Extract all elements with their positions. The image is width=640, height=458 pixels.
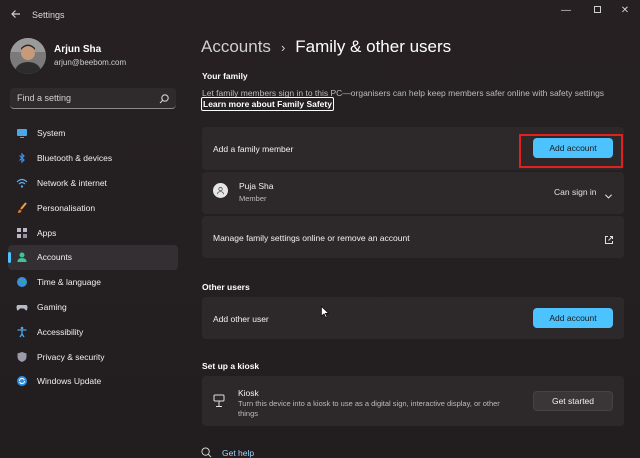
get-help-link[interactable]: Get help: [201, 447, 254, 458]
sidebar-item-privacy[interactable]: Privacy & security: [8, 344, 178, 369]
sidebar-item-label: Accessibility: [37, 326, 84, 337]
profile-name: Arjun Sha: [54, 44, 102, 55]
sidebar-item-gaming[interactable]: Gaming: [8, 295, 178, 320]
kiosk-icon: [213, 394, 225, 408]
breadcrumb-parent[interactable]: Accounts: [201, 37, 271, 57]
person-icon: [16, 251, 28, 263]
manage-family-card[interactable]: Manage family settings online or remove …: [202, 216, 624, 258]
monitor-icon: [16, 127, 28, 139]
breadcrumb: Accounts › Family & other users: [201, 37, 451, 57]
mouse-cursor-icon: [321, 305, 330, 318]
help-icon: [201, 447, 212, 458]
shield-icon: [16, 351, 28, 363]
page-title: Family & other users: [295, 37, 452, 56]
add-other-user-card: Add other user Add account: [202, 297, 624, 339]
avatar: [10, 38, 46, 74]
brush-icon: [16, 202, 28, 214]
family-safety-link[interactable]: Learn more about Family Safety: [201, 97, 334, 111]
kiosk-description: Turn this device into a kiosk to use as …: [238, 399, 500, 418]
external-link-icon[interactable]: [604, 232, 614, 244]
get-help-label: Get help: [222, 447, 255, 458]
wifi-icon: [16, 177, 28, 189]
search-input[interactable]: Find a setting: [10, 88, 176, 109]
kiosk-title: Kiosk: [238, 388, 259, 398]
settings-window: Settings — ✕ Arjun Sha arjun@beebom.com …: [0, 0, 640, 458]
sidebar-item-accounts[interactable]: Accounts: [8, 244, 178, 270]
sidebar-item-windows-update[interactable]: Windows Update: [8, 369, 178, 394]
highlight-annotation: [519, 134, 623, 168]
your-family-heading: Your family: [202, 71, 248, 81]
maximize-button[interactable]: [583, 4, 611, 18]
profile-email: arjun@beebom.com: [54, 58, 127, 67]
sidebar-item-personalisation[interactable]: Personalisation: [8, 195, 178, 220]
sidebar-item-label: Accounts: [37, 252, 72, 263]
sidebar-item-time-language[interactable]: Time & language: [8, 270, 178, 295]
manage-family-label: Manage family settings online or remove …: [213, 233, 410, 243]
apps-icon: [16, 227, 28, 239]
chevron-down-icon[interactable]: [604, 188, 613, 199]
close-button[interactable]: ✕: [611, 4, 639, 18]
kiosk-card: Kiosk Turn this device into a kiosk to u…: [202, 376, 624, 426]
sidebar-item-label: Personalisation: [37, 202, 96, 213]
sidebar-item-label: Time & language: [37, 277, 101, 288]
bluetooth-icon: [16, 152, 28, 164]
sidebar-nav: System Bluetooth & devices Network & int…: [8, 121, 178, 394]
get-started-button[interactable]: Get started: [533, 391, 613, 411]
sidebar-item-label: System: [37, 128, 66, 139]
add-family-member-label: Add a family member: [213, 144, 294, 154]
minimize-button[interactable]: —: [552, 4, 580, 18]
sidebar-item-label: Gaming: [37, 301, 67, 312]
member-name: Puja Sha: [239, 181, 274, 191]
member-role: Member: [239, 194, 267, 203]
user-profile[interactable]: Arjun Sha arjun@beebom.com: [10, 38, 180, 74]
add-other-user-label: Add other user: [213, 314, 269, 324]
other-users-heading: Other users: [202, 282, 250, 292]
sidebar-item-label: Apps: [37, 227, 57, 238]
active-indicator: [8, 251, 11, 263]
accessibility-icon: [16, 326, 28, 338]
member-avatar-icon: [213, 183, 228, 198]
add-other-account-button[interactable]: Add account: [533, 308, 613, 328]
sidebar-item-label: Network & internet: [37, 177, 107, 188]
app-title: Settings: [32, 10, 65, 20]
sidebar-item-accessibility[interactable]: Accessibility: [8, 319, 178, 344]
sidebar-item-label: Privacy & security: [37, 351, 105, 362]
breadcrumb-separator: ›: [280, 39, 286, 55]
search-placeholder: Find a setting: [17, 93, 72, 103]
sidebar-item-network[interactable]: Network & internet: [8, 171, 178, 196]
gamepad-icon: [16, 301, 28, 313]
update-icon: [16, 375, 28, 387]
sidebar-item-label: Bluetooth & devices: [37, 153, 113, 164]
sidebar-item-label: Windows Update: [37, 376, 102, 387]
member-status: Can sign in: [554, 187, 597, 197]
globe-icon: [16, 276, 28, 288]
search-icon[interactable]: [158, 92, 170, 104]
title-bar: Settings — ✕: [0, 0, 640, 32]
back-arrow-icon[interactable]: [8, 8, 24, 24]
kiosk-heading: Set up a kiosk: [202, 361, 260, 371]
sidebar-item-apps[interactable]: Apps: [8, 220, 178, 245]
sidebar-item-system[interactable]: System: [8, 121, 178, 146]
family-member-row[interactable]: Puja Sha Member Can sign in: [202, 172, 624, 214]
maximize-icon: [593, 6, 601, 13]
sidebar-item-bluetooth[interactable]: Bluetooth & devices: [8, 146, 178, 171]
